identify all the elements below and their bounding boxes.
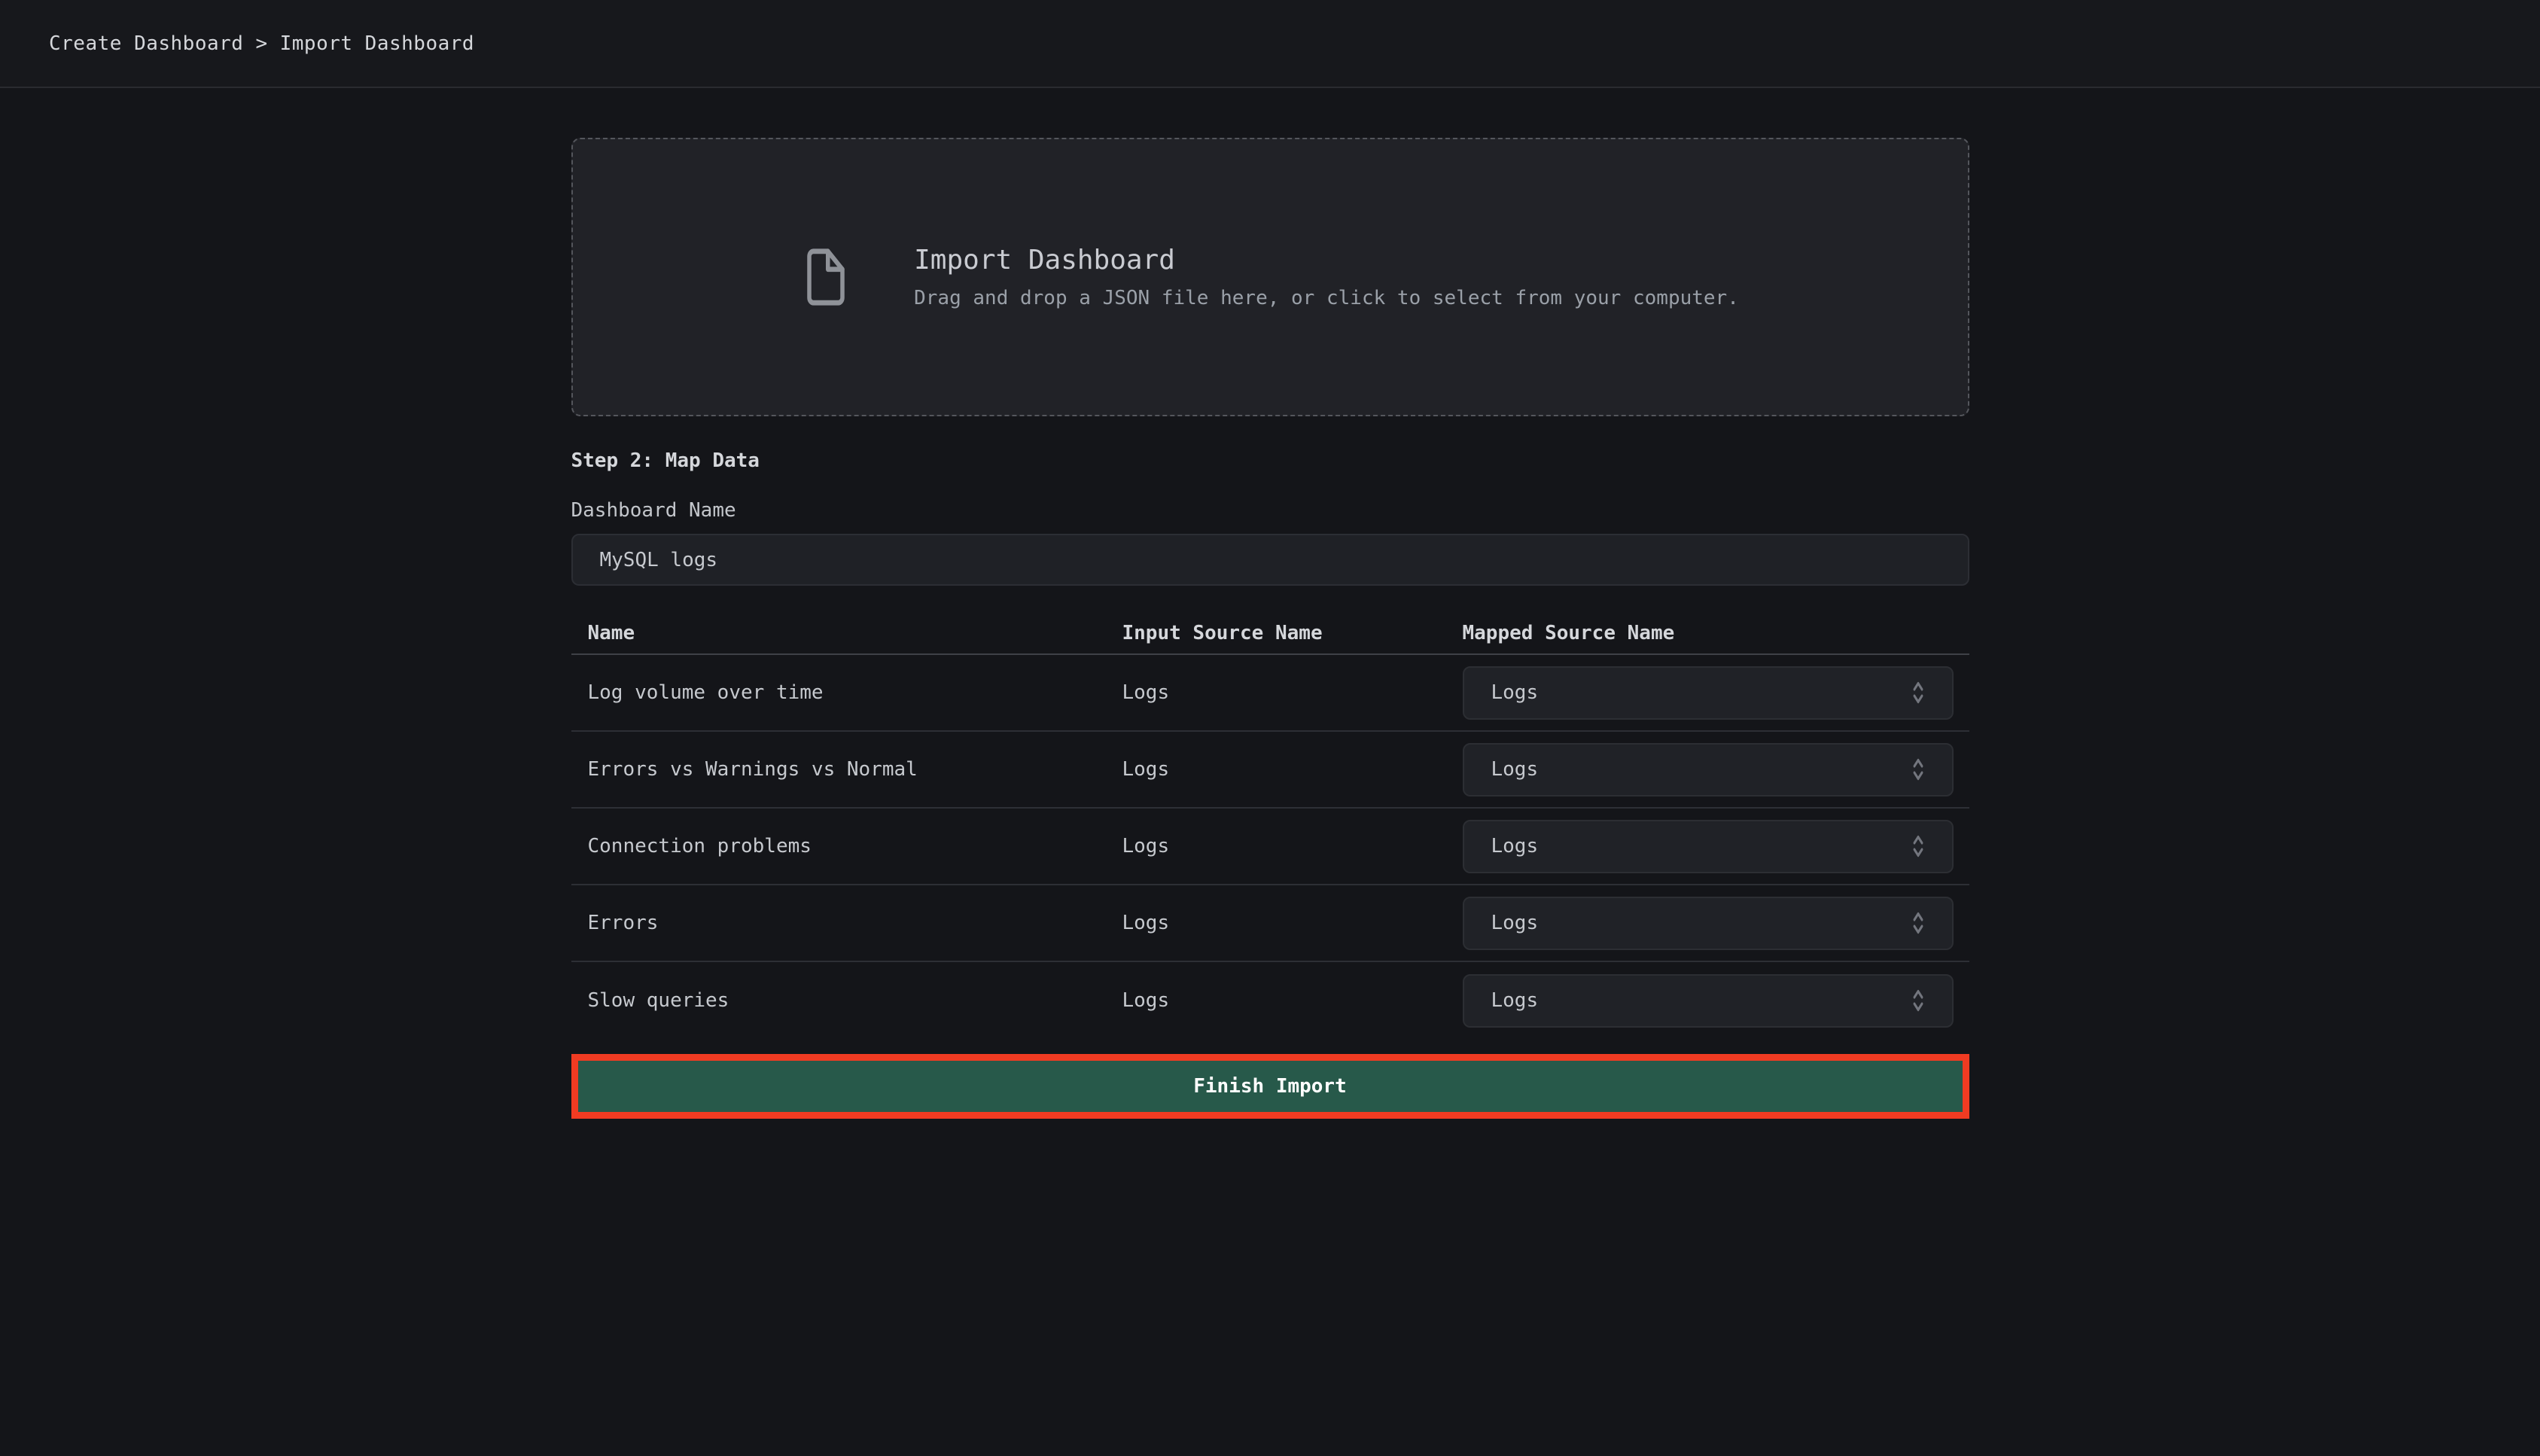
- row-mapped-source-cell: Logs: [1463, 897, 1969, 950]
- dropzone-subtitle: Drag and drop a JSON file here, or click…: [914, 287, 1739, 310]
- chevron-up-down-icon: [1907, 754, 1929, 785]
- table-row: Connection problems Logs Logs: [571, 809, 1969, 885]
- topbar: Create Dashboard > Import Dashboard: [0, 0, 2540, 88]
- table-header-row: Name Input Source Name Mapped Source Nam…: [571, 613, 1969, 655]
- mapped-source-select[interactable]: Logs: [1463, 897, 1954, 950]
- dropzone-text: Import Dashboard Drag and drop a JSON fi…: [914, 244, 1739, 310]
- row-name: Log volume over time: [588, 681, 1122, 704]
- row-mapped-source-cell: Logs: [1463, 820, 1969, 873]
- chevron-up-down-icon: [1907, 985, 1929, 1016]
- dropzone-file-picker[interactable]: Import Dashboard Drag and drop a JSON fi…: [571, 138, 1969, 416]
- mapped-source-select[interactable]: Logs: [1463, 666, 1954, 720]
- row-input-source: Logs: [1122, 989, 1463, 1012]
- row-mapped-source-cell: Logs: [1463, 974, 1969, 1028]
- annotation-highlight-box: Finish Import: [571, 1054, 1969, 1119]
- main-content: Import Dashboard Drag and drop a JSON fi…: [571, 138, 1969, 1119]
- chevron-up-down-icon: [1907, 907, 1929, 939]
- mapped-source-select[interactable]: Logs: [1463, 820, 1954, 873]
- mapped-source-value: Logs: [1491, 681, 1539, 704]
- finish-import-button[interactable]: Finish Import: [578, 1061, 1963, 1112]
- table-row: Slow queries Logs Logs: [571, 962, 1969, 1039]
- column-header-input-source: Input Source Name: [1122, 622, 1463, 644]
- chevron-up-down-icon: [1907, 677, 1929, 708]
- file-icon: [801, 246, 851, 308]
- row-input-source: Logs: [1122, 912, 1463, 934]
- row-name: Slow queries: [588, 989, 1122, 1012]
- mapped-source-value: Logs: [1491, 758, 1539, 781]
- page: Create Dashboard > Import Dashboard Impo…: [0, 0, 2540, 1119]
- column-header-mapped-source: Mapped Source Name: [1463, 622, 1969, 644]
- mapped-source-value: Logs: [1491, 912, 1539, 934]
- table-row: Errors vs Warnings vs Normal Logs Logs: [571, 732, 1969, 809]
- dropzone-title: Import Dashboard: [914, 244, 1739, 276]
- row-input-source: Logs: [1122, 681, 1463, 704]
- dashboard-name-label: Dashboard Name: [571, 499, 1969, 522]
- row-mapped-source-cell: Logs: [1463, 666, 1969, 720]
- mapped-source-select[interactable]: Logs: [1463, 743, 1954, 797]
- row-input-source: Logs: [1122, 758, 1463, 781]
- breadcrumb: Create Dashboard > Import Dashboard: [49, 32, 474, 55]
- mapping-table: Name Input Source Name Mapped Source Nam…: [571, 613, 1969, 1039]
- breadcrumb-import-dashboard[interactable]: Import Dashboard: [280, 32, 474, 55]
- breadcrumb-create-dashboard[interactable]: Create Dashboard: [49, 32, 243, 55]
- row-input-source: Logs: [1122, 835, 1463, 857]
- table-row: Errors Logs Logs: [571, 885, 1969, 962]
- table-row: Log volume over time Logs Logs: [571, 655, 1969, 732]
- mapped-source-value: Logs: [1491, 989, 1539, 1012]
- column-header-name: Name: [588, 622, 1122, 644]
- row-name: Errors: [588, 912, 1122, 934]
- table-body: Log volume over time Logs Logs Errors vs…: [571, 655, 1969, 1039]
- row-name: Connection problems: [588, 835, 1122, 857]
- step-heading: Step 2: Map Data: [571, 449, 1969, 472]
- chevron-up-down-icon: [1907, 830, 1929, 862]
- row-name: Errors vs Warnings vs Normal: [588, 758, 1122, 781]
- mapped-source-select[interactable]: Logs: [1463, 974, 1954, 1028]
- breadcrumb-separator: >: [255, 32, 267, 55]
- mapped-source-value: Logs: [1491, 835, 1539, 857]
- dashboard-name-input[interactable]: [571, 534, 1969, 586]
- row-mapped-source-cell: Logs: [1463, 743, 1969, 797]
